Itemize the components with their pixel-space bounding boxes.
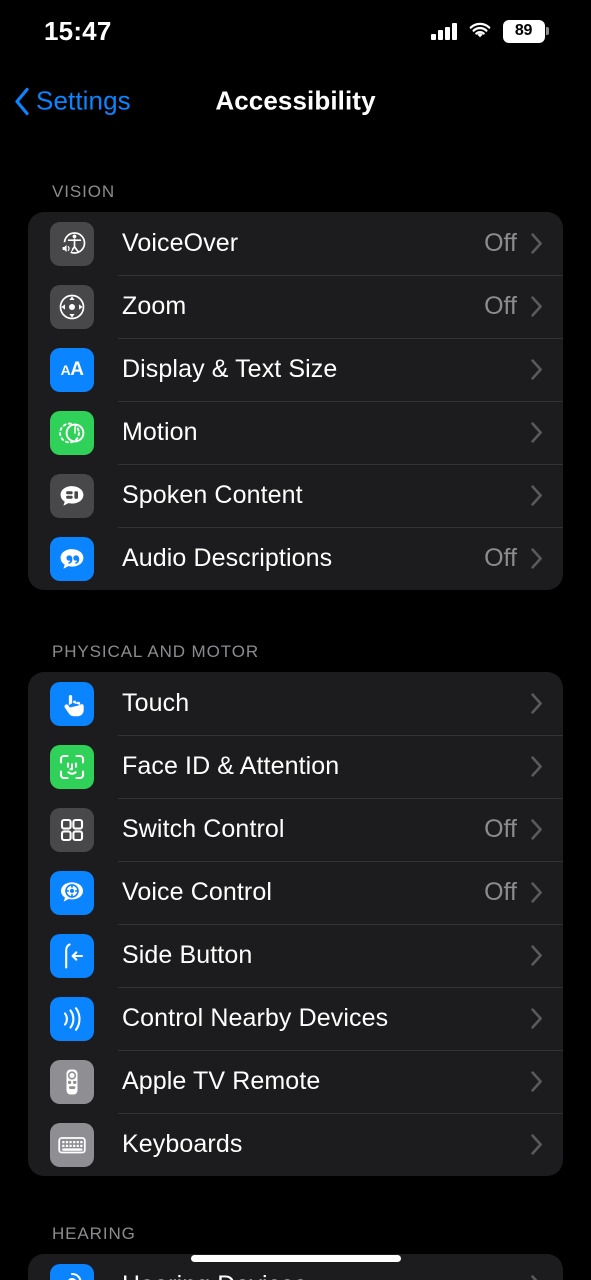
hearing-devices-icon xyxy=(50,1263,94,1280)
settings-row[interactable]: Audio Descriptions Off xyxy=(28,527,563,590)
settings-group: Touch Face ID & Attention Switch Control… xyxy=(28,672,563,1176)
signal-bars-icon xyxy=(431,22,457,40)
wifi-icon xyxy=(469,22,490,38)
battery-percent-label: 89 xyxy=(514,22,533,39)
settings-row-label: Zoom xyxy=(122,292,187,320)
settings-row-label: Display & Text Size xyxy=(122,355,338,383)
settings-row[interactable]: Side Button xyxy=(28,924,563,987)
settings-row-label: Apple TV Remote xyxy=(122,1067,321,1095)
chevron-right-icon xyxy=(531,882,542,903)
settings-row-value: Off xyxy=(484,544,517,572)
settings-list[interactable]: VISION VoiceOver Off Zoom Off AA Display & … xyxy=(0,140,591,1280)
settings-row[interactable]: Face ID & Attention xyxy=(28,735,563,798)
settings-row[interactable]: Switch Control Off xyxy=(28,798,563,861)
chevron-right-icon xyxy=(531,233,542,254)
display-text-size-icon: AA xyxy=(50,347,94,392)
settings-row-label: Control Nearby Devices xyxy=(122,1004,389,1032)
touch-icon xyxy=(50,681,94,726)
chevron-right-icon xyxy=(531,1275,538,1280)
settings-row-label: Voice Control xyxy=(122,878,272,906)
settings-row-label: VoiceOver xyxy=(122,229,239,257)
chevron-right-icon xyxy=(531,693,542,714)
status-bar: 15:47 89 xyxy=(0,0,591,62)
chevron-right-icon xyxy=(531,296,542,317)
battery-icon: 89 xyxy=(502,19,549,43)
home-indicator[interactable] xyxy=(190,1255,401,1262)
chevron-right-icon xyxy=(531,756,542,777)
chevron-right-icon xyxy=(531,422,542,443)
status-bar-indicators: 89 xyxy=(431,19,549,43)
voice-control-icon xyxy=(50,870,94,915)
settings-row[interactable]: Touch xyxy=(28,672,563,735)
spoken-content-icon xyxy=(50,473,94,518)
settings-row[interactable]: AA Display & Text Size xyxy=(28,338,563,401)
settings-row-label: Switch Control xyxy=(122,815,285,843)
keyboard-icon xyxy=(50,1122,94,1167)
settings-row[interactable]: Apple TV Remote xyxy=(28,1050,563,1113)
side-button-icon xyxy=(50,933,94,978)
chevron-right-icon xyxy=(531,1134,542,1155)
chevron-right-icon xyxy=(531,359,542,380)
iphone-screen: 15:47 89 Settings Accessibility VISION V… xyxy=(0,0,591,1280)
navigation-bar: Settings Accessibility xyxy=(0,62,591,140)
settings-row-value: Off xyxy=(484,815,517,843)
settings-row[interactable]: VoiceOver Off xyxy=(28,212,563,275)
settings-row-label: Side Button xyxy=(122,941,253,969)
chevron-right-icon xyxy=(531,945,542,966)
zoom-icon xyxy=(50,284,94,329)
settings-row-label: Face ID & Attention xyxy=(122,752,340,780)
settings-row-label: Audio Descriptions xyxy=(122,544,333,572)
settings-row[interactable]: Motion xyxy=(28,401,563,464)
chevron-right-icon xyxy=(531,1008,542,1029)
section-header: PHYSICAL AND MOTOR xyxy=(52,642,260,661)
motion-icon xyxy=(50,410,94,455)
section-header: VISION xyxy=(52,182,116,201)
section-header: HEARING xyxy=(52,1224,136,1243)
apple-tv-remote-icon xyxy=(50,1059,94,1104)
settings-row[interactable]: Voice Control Off xyxy=(28,861,563,924)
audio-descriptions-icon xyxy=(50,536,94,581)
settings-row-value: Off xyxy=(484,229,517,257)
face-id-icon xyxy=(50,744,94,789)
chevron-right-icon xyxy=(531,485,542,506)
nearby-devices-icon xyxy=(50,996,94,1041)
settings-row-value: Off xyxy=(484,292,517,320)
settings-row-label: Spoken Content xyxy=(122,481,303,509)
chevron-right-icon xyxy=(531,819,542,840)
settings-row[interactable]: Control Nearby Devices xyxy=(28,987,563,1050)
settings-row[interactable]: Zoom Off xyxy=(28,275,563,338)
settings-row-label: Hearing Devices xyxy=(122,1271,531,1280)
chevron-right-icon xyxy=(531,1071,542,1092)
settings-row-label: Keyboards xyxy=(122,1130,243,1158)
settings-group: VoiceOver Off Zoom Off AA Display & Text Si… xyxy=(28,212,563,590)
settings-row-value: Off xyxy=(484,878,517,906)
sections-container: VISION VoiceOver Off Zoom Off AA Display & … xyxy=(0,182,591,1280)
status-bar-time: 15:47 xyxy=(44,15,112,46)
switch-control-icon xyxy=(50,807,94,852)
settings-row-label: Touch xyxy=(122,689,190,717)
settings-row[interactable]: Keyboards xyxy=(28,1113,563,1176)
page-title: Accessibility xyxy=(215,85,376,116)
settings-row-label: Motion xyxy=(122,418,198,446)
voiceover-icon xyxy=(50,221,94,266)
settings-row[interactable]: Spoken Content xyxy=(28,464,563,527)
chevron-right-icon xyxy=(531,548,542,569)
